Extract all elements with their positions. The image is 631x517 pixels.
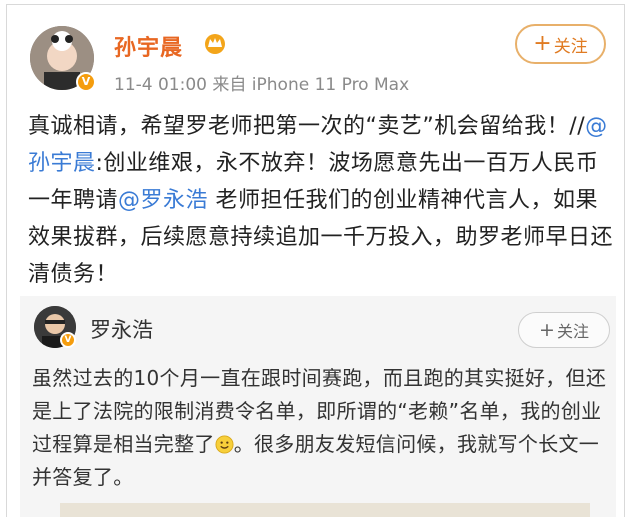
- post-meta: 11-4 01:00 来自 iPhone 11 Pro Max: [114, 70, 409, 95]
- post-source: 来自 iPhone 11 Pro Max: [212, 75, 410, 95]
- repost-follow-button[interactable]: + 关注: [518, 312, 610, 348]
- repost-card[interactable]: V 罗永浩 + 关注 虽然过去的10个月一直在跟时间赛跑，而且跑的其实挺好，但还…: [20, 296, 616, 517]
- verified-badge-icon: V: [60, 332, 76, 348]
- repost-image-preview[interactable]: [60, 503, 590, 517]
- smile-emoji-icon: [215, 435, 234, 454]
- follow-button[interactable]: + 关注: [515, 24, 606, 64]
- follow-button-label: 关注: [553, 36, 588, 57]
- post-timestamp: 11-4 01:00: [114, 75, 207, 95]
- post-body: 真诚相请，希望罗老师把第一次的“卖艺”机会留给我！//@孙宇晨:创业维艰，永不放…: [28, 108, 613, 293]
- crown-icon: [205, 34, 225, 54]
- verified-badge-icon: V: [76, 72, 96, 92]
- repost-follow-label: 关注: [556, 322, 589, 341]
- mention-link[interactable]: @罗永浩: [118, 188, 208, 213]
- repost-author-name[interactable]: 罗永浩: [90, 314, 153, 344]
- repost-body: 虽然过去的10个月一直在跟时间赛跑，而且跑的其实挺好，但还是上了法院的限制消费令…: [32, 362, 614, 494]
- post-author-name[interactable]: 孙宇晨: [114, 30, 183, 62]
- post-text-part: 真诚相请，希望罗老师把第一次的“卖艺”机会留给我！//: [28, 114, 586, 139]
- plus-icon: +: [533, 31, 552, 56]
- plus-icon: +: [539, 318, 555, 341]
